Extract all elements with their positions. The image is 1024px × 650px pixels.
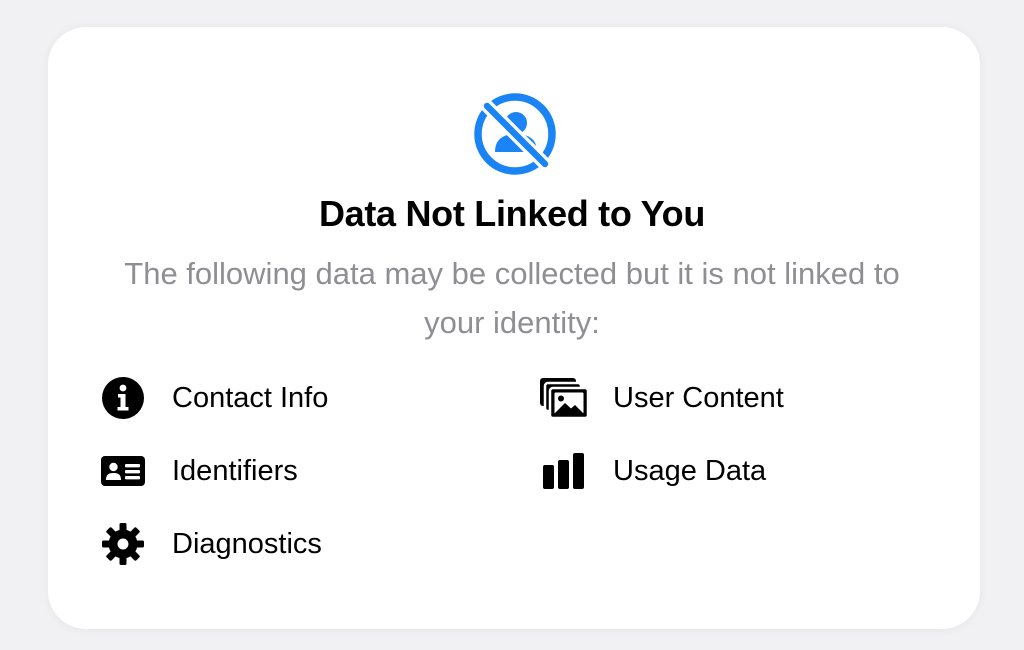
bar-chart-icon: [539, 449, 589, 493]
item-label: Diagnostics: [172, 527, 322, 560]
list-item-contact-info: Contact Info: [98, 376, 328, 420]
list-item-identifiers: Identifiers: [98, 449, 298, 493]
info-circle-icon: [98, 376, 148, 420]
item-label: Contact Info: [172, 381, 329, 414]
list-item-diagnostics: Diagnostics: [98, 522, 322, 566]
item-label: Usage Data: [613, 454, 767, 487]
person-crossed-out-icon: [473, 92, 557, 176]
gear-icon: [98, 522, 148, 566]
id-card-icon: [98, 449, 148, 493]
photo-stack-icon: [539, 376, 589, 420]
section-description: The following data may be collected but …: [124, 256, 900, 340]
item-label: User Content: [613, 381, 784, 414]
list-item-user-content: User Content: [539, 376, 784, 420]
list-item-usage-data: Usage Data: [539, 449, 766, 493]
section-title: Data Not Linked to You: [318, 193, 706, 234]
item-label: Identifiers: [172, 454, 298, 487]
